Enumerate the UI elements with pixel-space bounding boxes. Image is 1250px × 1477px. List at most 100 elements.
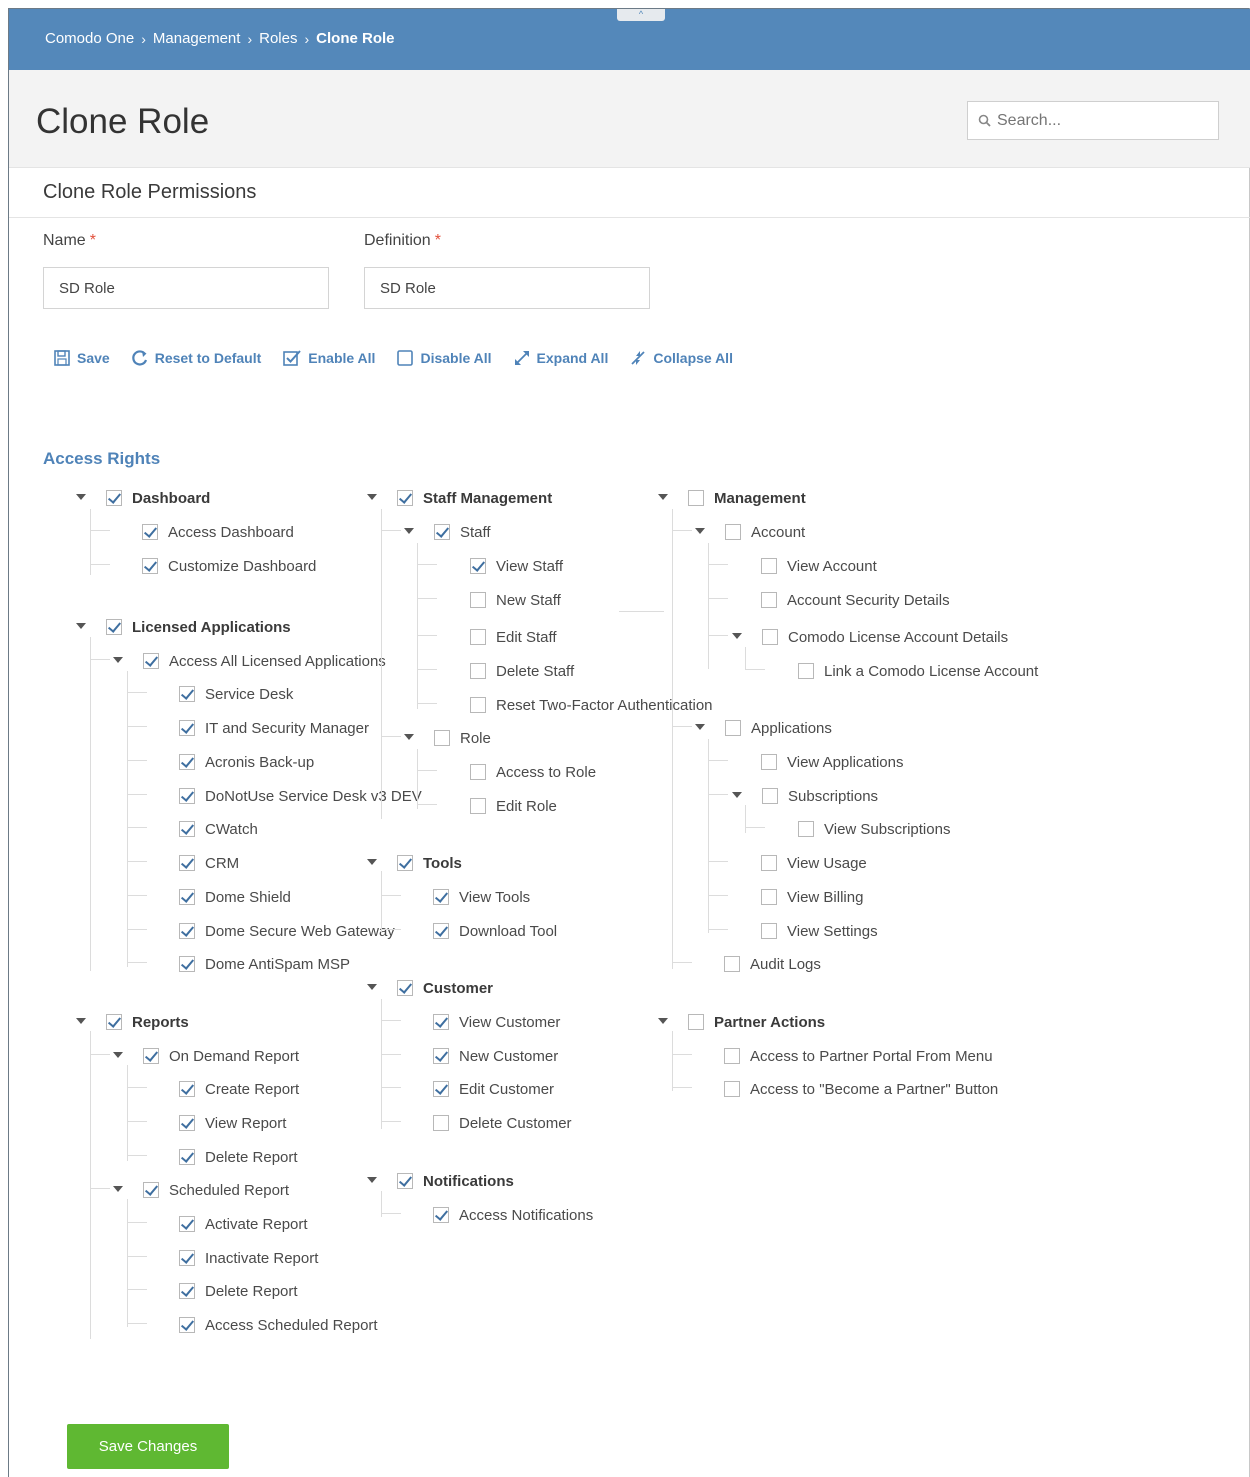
tree-group[interactable]: Tools — [367, 852, 462, 874]
tree-item[interactable]: Access to Partner Portal From Menu — [724, 1045, 993, 1067]
search-box[interactable] — [967, 101, 1219, 140]
tree-item[interactable]: Applications — [695, 717, 832, 739]
permission-checkbox[interactable] — [179, 956, 195, 972]
permission-checkbox[interactable] — [179, 855, 195, 871]
permission-checkbox[interactable] — [725, 524, 741, 540]
permission-checkbox[interactable] — [433, 923, 449, 939]
tree-item[interactable]: Delete Report — [179, 1146, 298, 1168]
tree-item[interactable]: Edit Staff — [470, 626, 557, 648]
disable-all-button[interactable]: Disable All — [396, 349, 492, 367]
permission-checkbox[interactable] — [761, 592, 777, 608]
tree-item[interactable]: Service Desk — [179, 683, 293, 705]
permission-checkbox[interactable] — [179, 1283, 195, 1299]
caret-down-icon[interactable] — [658, 1018, 668, 1024]
permission-checkbox[interactable] — [761, 754, 777, 770]
permission-checkbox[interactable] — [433, 1115, 449, 1131]
permission-checkbox[interactable] — [724, 1081, 740, 1097]
permission-checkbox[interactable] — [688, 490, 704, 506]
tree-item[interactable]: View Usage — [761, 852, 867, 874]
tree-item[interactable]: View Settings — [761, 920, 878, 942]
caret-down-icon[interactable] — [367, 984, 377, 990]
permission-checkbox[interactable] — [397, 490, 413, 506]
permission-checkbox[interactable] — [433, 889, 449, 905]
permission-checkbox[interactable] — [143, 1048, 159, 1064]
collapse-header-icon[interactable]: ^ — [617, 9, 665, 21]
tree-item[interactable]: On Demand Report — [113, 1045, 299, 1067]
tree-item[interactable]: Access Notifications — [433, 1204, 593, 1226]
tree-item[interactable]: Edit Customer — [433, 1078, 554, 1100]
permission-checkbox[interactable] — [434, 524, 450, 540]
tree-item[interactable]: Reset Two-Factor Authentication — [470, 694, 713, 716]
permission-checkbox[interactable] — [762, 629, 778, 645]
permission-checkbox[interactable] — [470, 592, 486, 608]
tree-item[interactable]: IT and Security Manager — [179, 717, 369, 739]
permission-checkbox[interactable] — [106, 1014, 122, 1030]
tree-group[interactable]: Partner Actions — [658, 1011, 825, 1033]
tree-item[interactable]: Access Scheduled Report — [179, 1314, 378, 1336]
permission-checkbox[interactable] — [433, 1014, 449, 1030]
tree-item[interactable]: Access to Role — [470, 761, 596, 783]
permission-checkbox[interactable] — [179, 1216, 195, 1232]
tree-item[interactable]: Dome Secure Web Gateway — [179, 920, 395, 942]
caret-down-icon[interactable] — [658, 494, 668, 500]
tree-item[interactable]: Link a Comodo License Account — [798, 660, 1038, 682]
permission-checkbox[interactable] — [688, 1014, 704, 1030]
permission-checkbox[interactable] — [179, 720, 195, 736]
tree-item[interactable]: Access Dashboard — [142, 521, 294, 543]
permission-checkbox[interactable] — [179, 889, 195, 905]
permission-checkbox[interactable] — [434, 730, 450, 746]
caret-down-icon[interactable] — [76, 494, 86, 500]
tree-item[interactable]: View Applications — [761, 751, 903, 773]
caret-down-icon[interactable] — [113, 1186, 123, 1192]
save-button[interactable]: Save — [53, 349, 110, 367]
permission-checkbox[interactable] — [106, 619, 122, 635]
caret-down-icon[interactable] — [404, 734, 414, 740]
permission-checkbox[interactable] — [179, 1081, 195, 1097]
reset-to-default-button[interactable]: Reset to Default — [131, 349, 261, 367]
tree-item[interactable]: View Staff — [470, 555, 563, 577]
caret-down-icon[interactable] — [404, 528, 414, 534]
caret-down-icon[interactable] — [113, 657, 123, 663]
permission-checkbox[interactable] — [179, 788, 195, 804]
tree-item[interactable]: View Billing — [761, 886, 863, 908]
tree-item[interactable]: Audit Logs — [724, 953, 821, 975]
permission-checkbox[interactable] — [179, 686, 195, 702]
tree-group[interactable]: Notifications — [367, 1170, 514, 1192]
permission-checkbox[interactable] — [761, 923, 777, 939]
tree-item[interactable]: Download Tool — [433, 920, 557, 942]
permission-checkbox[interactable] — [142, 524, 158, 540]
breadcrumb-roles[interactable]: Roles — [259, 30, 297, 47]
permission-checkbox[interactable] — [470, 798, 486, 814]
caret-down-icon[interactable] — [76, 623, 86, 629]
tree-item[interactable]: Dome Shield — [179, 886, 291, 908]
tree-group[interactable]: Management — [658, 487, 806, 509]
tree-item[interactable]: New Customer — [433, 1045, 558, 1067]
tree-item[interactable]: Delete Customer — [433, 1112, 572, 1134]
tree-group[interactable]: Licensed Applications — [76, 616, 291, 638]
permission-checkbox[interactable] — [761, 855, 777, 871]
tree-item[interactable]: Account Security Details — [761, 589, 950, 611]
permission-checkbox[interactable] — [724, 1048, 740, 1064]
tree-item[interactable]: Dome AntiSpam MSP — [179, 953, 350, 975]
permission-checkbox[interactable] — [724, 956, 740, 972]
permission-checkbox[interactable] — [179, 821, 195, 837]
permission-checkbox[interactable] — [143, 653, 159, 669]
permission-checkbox[interactable] — [179, 923, 195, 939]
tree-item[interactable]: CRM — [179, 852, 239, 874]
breadcrumb-comodo-one[interactable]: Comodo One — [45, 30, 134, 47]
permission-checkbox[interactable] — [470, 629, 486, 645]
permission-checkbox[interactable] — [470, 697, 486, 713]
permission-checkbox[interactable] — [433, 1207, 449, 1223]
permission-checkbox[interactable] — [433, 1081, 449, 1097]
tree-item[interactable]: Account — [695, 521, 805, 543]
caret-down-icon[interactable] — [732, 633, 742, 639]
tree-item[interactable]: Customize Dashboard — [142, 555, 316, 577]
permission-checkbox[interactable] — [761, 889, 777, 905]
tree-group[interactable]: Dashboard — [76, 487, 210, 509]
permission-checkbox[interactable] — [470, 558, 486, 574]
permission-checkbox[interactable] — [725, 720, 741, 736]
caret-down-icon[interactable] — [367, 494, 377, 500]
tree-item[interactable]: New Staff — [470, 589, 561, 611]
tree-group[interactable]: Customer — [367, 977, 493, 999]
tree-item[interactable]: Access to "Become a Partner" Button — [724, 1078, 998, 1100]
